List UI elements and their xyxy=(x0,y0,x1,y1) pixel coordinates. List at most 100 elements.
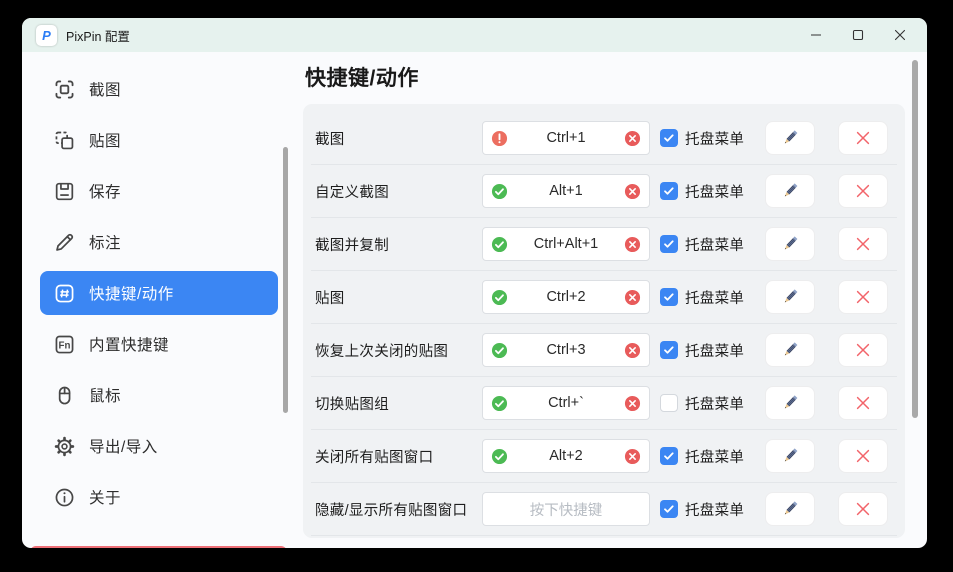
sidebar-item-label: 鼠标 xyxy=(89,384,121,406)
sidebar-item-annotate[interactable]: 标注 xyxy=(40,220,278,264)
status-ok-icon xyxy=(491,183,508,200)
delete-hotkey-button[interactable] xyxy=(838,121,888,155)
delete-hotkey-button[interactable] xyxy=(838,333,888,367)
hotkey-value: Ctrl+Alt+1 xyxy=(534,236,598,252)
delete-x-icon xyxy=(854,394,872,412)
pencil-icon xyxy=(779,286,801,308)
hotkey-row: 贴图 Ctrl+2 托盘菜单 xyxy=(311,271,897,324)
tray-menu-label: 托盘菜单 xyxy=(685,128,744,149)
pencil-icon xyxy=(779,180,801,202)
edit-hotkey-button[interactable] xyxy=(765,333,815,367)
edit-hotkey-button[interactable] xyxy=(765,227,815,261)
clear-hotkey-icon[interactable] xyxy=(624,183,641,200)
hotkey-input[interactable]: Ctrl+Alt+1 xyxy=(482,227,650,261)
clear-hotkey-icon[interactable] xyxy=(624,130,641,147)
sidebar-item-mouse[interactable]: 鼠标 xyxy=(40,373,278,417)
close-icon xyxy=(894,29,906,41)
minimize-icon xyxy=(810,29,822,41)
sidebar-item-screenshot[interactable]: 截图 xyxy=(40,67,278,111)
status-ok-icon xyxy=(491,289,508,306)
titlebar: P PixPin 配置 xyxy=(22,18,927,52)
sidebar-item-builtin-hotkeys[interactable]: Fn 内置快捷键 xyxy=(40,322,278,366)
clear-hotkey-icon[interactable] xyxy=(624,395,641,412)
pencil-icon xyxy=(779,339,801,361)
edit-hotkey-button[interactable] xyxy=(765,492,815,526)
status-ok-icon xyxy=(491,395,508,412)
sidebar-item-label: 关于 xyxy=(89,486,121,508)
pencil-icon xyxy=(779,127,801,149)
edit-hotkey-button[interactable] xyxy=(765,121,815,155)
edit-hotkey-button[interactable] xyxy=(765,386,815,420)
pencil-outline-icon xyxy=(53,231,76,254)
hotkey-row: 隐藏/显示所有贴图窗口 按下快捷键 托盘菜单 xyxy=(311,483,897,536)
delete-hotkey-button[interactable] xyxy=(838,492,888,526)
delete-x-icon xyxy=(854,235,872,253)
delete-x-icon xyxy=(854,341,872,359)
hotkey-input[interactable]: Ctrl+3 xyxy=(482,333,650,367)
sidebar-item-about[interactable]: 关于 xyxy=(40,475,278,519)
status-warning-icon xyxy=(491,130,508,147)
restore-defaults-button[interactable]: 恢复所有默认设置 xyxy=(30,546,287,548)
sidebar-item-pin-image[interactable]: 贴图 xyxy=(40,118,278,162)
hotkey-input[interactable]: Alt+1 xyxy=(482,174,650,208)
tray-menu-checkbox[interactable] xyxy=(660,235,678,253)
hotkey-row: 关闭所有贴图窗口 Alt+2 托盘菜单 xyxy=(311,430,897,483)
clear-hotkey-icon[interactable] xyxy=(624,236,641,253)
hash-icon xyxy=(53,282,76,305)
tray-menu-label: 托盘菜单 xyxy=(685,234,744,255)
checkmark-icon xyxy=(662,184,676,198)
maximize-button[interactable] xyxy=(837,18,879,52)
status-ok-icon xyxy=(491,342,508,359)
tray-menu-checkbox[interactable] xyxy=(660,394,678,412)
clear-hotkey-icon[interactable] xyxy=(624,448,641,465)
main-scrollbar[interactable] xyxy=(912,60,918,418)
edit-hotkey-button[interactable] xyxy=(765,439,815,473)
hotkey-row-label: 切换贴图组 xyxy=(315,393,389,414)
tray-menu-checkbox[interactable] xyxy=(660,500,678,518)
checkmark-icon xyxy=(662,290,676,304)
hotkey-row: 切换贴图组 Ctrl+` 托盘菜单 xyxy=(311,377,897,430)
close-button[interactable] xyxy=(879,18,921,52)
tray-menu-checkbox[interactable] xyxy=(660,288,678,306)
hotkey-row-label: 恢复上次关闭的贴图 xyxy=(315,340,448,361)
status-ok-icon xyxy=(491,342,508,359)
hotkey-input[interactable]: Alt+2 xyxy=(482,439,650,473)
page-title: 快捷键/动作 xyxy=(305,62,419,92)
edit-hotkey-button[interactable] xyxy=(765,174,815,208)
hotkey-input[interactable]: Ctrl+2 xyxy=(482,280,650,314)
main-panel: 快捷键/动作 截图 Ctrl+1 托盘菜单 xyxy=(302,52,927,548)
delete-hotkey-button[interactable] xyxy=(838,174,888,208)
sidebar-scrollbar[interactable] xyxy=(283,147,288,413)
window-title: PixPin 配置 xyxy=(66,26,130,45)
tray-menu-label: 托盘菜单 xyxy=(685,446,744,467)
tray-menu-checkbox[interactable] xyxy=(660,447,678,465)
delete-hotkey-button[interactable] xyxy=(838,280,888,314)
delete-x-icon xyxy=(854,288,872,306)
hotkey-input[interactable]: 按下快捷键 xyxy=(482,492,650,526)
sidebar-item-save[interactable]: 保存 xyxy=(40,169,278,213)
hotkey-value: Alt+2 xyxy=(549,448,582,464)
delete-hotkey-button[interactable] xyxy=(838,386,888,420)
edit-hotkey-button[interactable] xyxy=(765,280,815,314)
sidebar-item-label: 截图 xyxy=(89,78,121,100)
clear-hotkey-icon[interactable] xyxy=(624,289,641,306)
delete-hotkey-button[interactable] xyxy=(838,439,888,473)
hotkey-row-label: 关闭所有贴图窗口 xyxy=(315,446,433,467)
sidebar-item-import-export[interactable]: 导出/导入 xyxy=(40,424,278,468)
checkmark-icon xyxy=(662,502,676,516)
minimize-button[interactable] xyxy=(795,18,837,52)
checkmark-icon xyxy=(662,449,676,463)
hotkey-input[interactable]: Ctrl+1 xyxy=(482,121,650,155)
gear-icon xyxy=(53,435,76,458)
clear-hotkey-icon[interactable] xyxy=(624,342,641,359)
tray-menu-checkbox[interactable] xyxy=(660,182,678,200)
tray-menu-checkbox[interactable] xyxy=(660,129,678,147)
hotkey-list-card: 截图 Ctrl+1 托盘菜单 xyxy=(303,104,905,538)
tray-menu-label: 托盘菜单 xyxy=(685,340,744,361)
hotkey-row: 截图并复制 Ctrl+Alt+1 托盘菜单 xyxy=(311,218,897,271)
delete-hotkey-button[interactable] xyxy=(838,227,888,261)
tray-menu-checkbox[interactable] xyxy=(660,341,678,359)
hotkey-input[interactable]: Ctrl+` xyxy=(482,386,650,420)
sidebar-item-hotkeys-actions[interactable]: 快捷键/动作 xyxy=(40,271,278,315)
status-ok-icon xyxy=(491,448,508,465)
